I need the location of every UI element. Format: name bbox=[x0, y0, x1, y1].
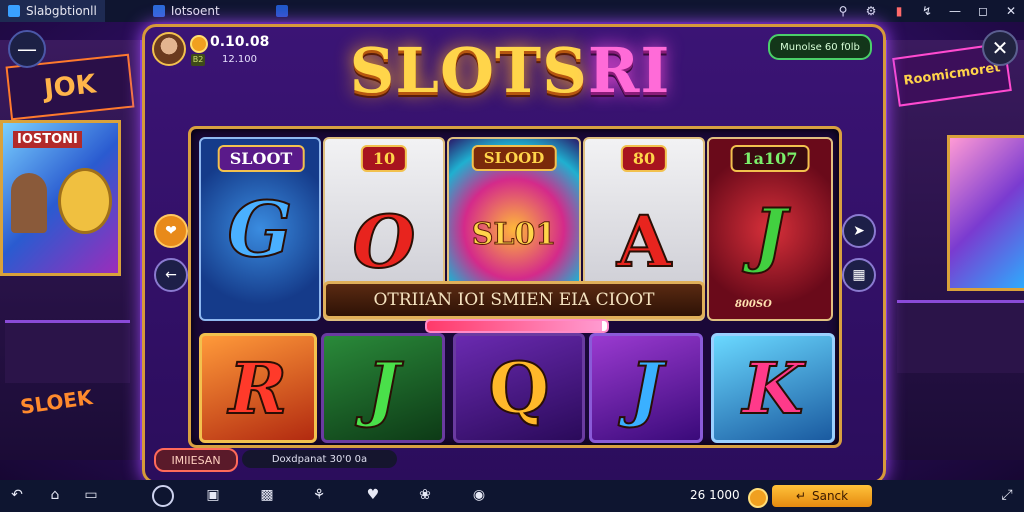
coin-icon bbox=[190, 35, 208, 53]
character-figure bbox=[11, 173, 47, 233]
next-button[interactable]: ➤ bbox=[842, 214, 876, 248]
mode-pill[interactable]: IMIIESAN bbox=[154, 448, 238, 472]
window-close-icon[interactable]: ✕ bbox=[1004, 4, 1018, 18]
prev-button[interactable]: ← bbox=[154, 258, 188, 292]
favorite-button[interactable]: ❤ bbox=[154, 214, 188, 248]
tile-caption: 10 bbox=[360, 145, 408, 172]
avatar[interactable] bbox=[152, 32, 186, 66]
gamepad-icon[interactable]: ⚘ bbox=[308, 484, 330, 506]
center-symbol-text: SL01 bbox=[471, 216, 557, 252]
back-button[interactable]: ↵ Sanck bbox=[772, 485, 872, 507]
reels-area: SLOOT G 10 O SLOOD SL01 80 A 1a107 J 800… bbox=[188, 126, 842, 448]
arrow-icon: ↵ bbox=[795, 489, 806, 503]
maximize-icon[interactable]: ◻ bbox=[976, 4, 990, 18]
tile-symbol: Q bbox=[488, 346, 551, 431]
circle-nav-icon[interactable] bbox=[152, 485, 174, 507]
back-button-label: Sanck bbox=[811, 489, 849, 503]
reel-tile[interactable]: 1a107 J 800SO bbox=[707, 137, 833, 321]
heart-icon: ❤ bbox=[165, 223, 177, 239]
reel-tile[interactable]: Q bbox=[453, 333, 585, 443]
search-icon[interactable]: ⚲ bbox=[836, 4, 850, 18]
tile-symbol: J bbox=[628, 346, 663, 431]
tile-sub-value: 800SO bbox=[735, 299, 772, 310]
keyboard-icon[interactable]: ♥ bbox=[362, 484, 384, 506]
back-icon[interactable]: ↶ bbox=[6, 484, 28, 506]
right-cabinet-panel bbox=[897, 300, 1024, 373]
right-arcade-cabinet: Roomicmoret bbox=[884, 40, 1024, 460]
win-banner: OTRIIAN IOI SMIEN EIA CIOOT bbox=[323, 281, 705, 319]
gold-coin-icon bbox=[58, 168, 112, 234]
reel-tile[interactable]: K bbox=[711, 333, 835, 443]
arrow-right-icon: ➤ bbox=[853, 223, 865, 239]
game-logo: SLOTS RI bbox=[350, 30, 670, 110]
reel-tile[interactable]: J bbox=[321, 333, 445, 443]
left-cabinet-panel bbox=[5, 320, 130, 383]
tile-symbol: J bbox=[365, 346, 400, 431]
app-icon bbox=[8, 5, 20, 17]
screenshot-icon[interactable]: ▣ bbox=[202, 484, 224, 506]
window-icon[interactable]: ▩ bbox=[256, 484, 278, 506]
progress-fill bbox=[427, 321, 602, 331]
logo-part-2: RI bbox=[587, 33, 671, 107]
tile-symbol: K bbox=[742, 346, 805, 431]
tile-symbol: R bbox=[228, 346, 288, 431]
app-icon bbox=[275, 5, 288, 17]
minimize-icon[interactable]: — bbox=[948, 4, 962, 18]
info-pill: Doxdpanat 30'0 0a bbox=[242, 450, 397, 468]
tile-caption: SLOOT bbox=[217, 145, 305, 172]
pin-icon[interactable]: ↯ bbox=[920, 4, 934, 18]
balance-sub: 12.100 bbox=[222, 54, 257, 65]
expand-icon[interactable]: ⤢ bbox=[996, 484, 1018, 506]
window-title-bar: Slabgbtionll Iotsoent ⚲ ⚙ ▮ ↯ — ◻ ✕ bbox=[0, 0, 1024, 22]
right-cabinet-screen bbox=[947, 135, 1024, 291]
tab-slots[interactable]: Slabgbtionll bbox=[0, 0, 105, 22]
home-icon[interactable]: ⌂ bbox=[44, 484, 66, 506]
left-screen-title: IOSTONI bbox=[13, 131, 82, 148]
tile-symbol: J bbox=[752, 192, 787, 277]
menu-button[interactable]: — bbox=[8, 30, 46, 68]
left-arcade-cabinet: JOK IOSTONI SLOEK bbox=[0, 40, 143, 460]
hamburger-icon: — bbox=[17, 37, 37, 61]
tile-symbol: O bbox=[352, 198, 417, 285]
reel-tile[interactable]: SLOOT G bbox=[199, 137, 321, 321]
tab-label: Slabgbtionll bbox=[26, 4, 97, 18]
record-icon[interactable]: ▮ bbox=[892, 4, 906, 18]
left-cabinet-screen: IOSTONI bbox=[0, 120, 121, 276]
level-badge: B2 bbox=[191, 54, 205, 66]
tile-symbol: A bbox=[616, 199, 672, 284]
tile-symbol: G bbox=[227, 184, 294, 275]
recents-icon[interactable]: ▭ bbox=[80, 484, 102, 506]
macro-icon[interactable]: ❀ bbox=[414, 484, 436, 506]
settings-icon[interactable]: ⚙ bbox=[864, 4, 878, 18]
left-cabinet-label: SLOEK bbox=[18, 385, 94, 419]
close-icon: ✕ bbox=[991, 36, 1009, 60]
tab-label: Iotsoent bbox=[170, 4, 220, 18]
tile-caption: SLOOD bbox=[471, 145, 557, 171]
balance-main: 0.10.08 bbox=[210, 34, 270, 50]
bonus-badge[interactable]: Munolse 60 f0lb bbox=[768, 34, 872, 60]
reel-tile[interactable]: R bbox=[199, 333, 317, 443]
tile-caption: 1a107 bbox=[730, 145, 810, 172]
coin-icon bbox=[748, 488, 768, 508]
app-icon bbox=[152, 5, 165, 17]
grid-icon: ▦ bbox=[852, 267, 866, 283]
tile-caption: 80 bbox=[620, 145, 668, 172]
logo-part-1: SLOTS bbox=[349, 33, 588, 107]
close-button[interactable]: ✕ bbox=[982, 30, 1018, 66]
arrow-left-icon: ← bbox=[165, 267, 177, 283]
tab-third[interactable] bbox=[268, 0, 296, 22]
progress-bar bbox=[425, 319, 609, 333]
bottom-balance: 26 1000 bbox=[690, 488, 740, 502]
tab-lotsoent[interactable]: Iotsoent bbox=[145, 0, 228, 22]
record-screen-icon[interactable]: ◉ bbox=[468, 484, 490, 506]
options-button[interactable]: ▦ bbox=[842, 258, 876, 292]
reel-tile[interactable]: J bbox=[589, 333, 703, 443]
